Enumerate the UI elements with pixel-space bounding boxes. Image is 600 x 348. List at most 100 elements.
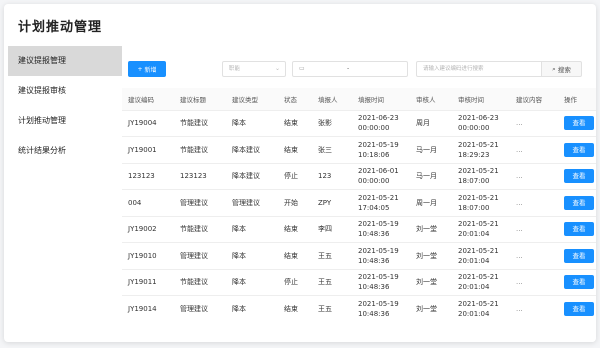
sidebar-item-plan-management[interactable]: 计划推动管理	[8, 106, 122, 136]
toolbar: + 新增 职能 ⌄ ▭ - 请输入建议编码进行搜索 ⌕ 搜索	[122, 46, 596, 88]
cell-action: 查看	[558, 215, 596, 243]
date-text: 2021-05-21	[458, 193, 499, 202]
cell-code-text: JY19014	[128, 305, 157, 313]
cell-review-time: 2021-05-21 18:29:23	[452, 136, 510, 163]
time-text: 20:01:04	[458, 256, 490, 265]
cell-review-time: 2021-05-21 20:01:04	[452, 215, 510, 243]
view-button[interactable]: 查看	[564, 195, 594, 210]
cell-code: 123123	[122, 162, 174, 190]
cell-content-text[interactable]: ...	[516, 252, 523, 260]
cell-action: 查看	[558, 162, 596, 190]
date-text: 2021-05-21	[458, 140, 499, 149]
cell-title-text: 节能建议	[180, 225, 208, 234]
cell-content-text[interactable]: ...	[516, 305, 523, 313]
cell-status-text: 开始	[284, 198, 298, 207]
cell-content-text[interactable]: ...	[516, 199, 523, 207]
cell-status: 结束	[278, 215, 312, 243]
cell-type-text: 降本	[232, 251, 246, 260]
main-panel: + 新增 职能 ⌄ ▭ - 请输入建议编码进行搜索 ⌕ 搜索 建议编码 建议标题…	[122, 46, 596, 342]
sidebar-item-statistics[interactable]: 统计结果分析	[8, 136, 122, 166]
cell-reviewer-text: 刘一堂	[416, 225, 437, 234]
cell-reviewer: 马一月	[410, 136, 452, 163]
cell-content-text[interactable]: ...	[516, 146, 523, 154]
time-text: 10:48:36	[358, 310, 390, 318]
time-text: 10:48:36	[358, 283, 390, 292]
cell-reporter-text: 张影	[318, 119, 332, 128]
calendar-icon: ▭	[299, 65, 305, 72]
column-header: 建议标题	[174, 88, 226, 110]
cell-code: 004	[122, 189, 174, 216]
cell-content-text[interactable]: ...	[516, 225, 523, 233]
view-button[interactable]: 查看	[564, 222, 594, 237]
cell-type: 降本建议	[226, 162, 278, 190]
type-select[interactable]: 职能 ⌄	[222, 61, 286, 77]
cell-reporter-text: 张三	[318, 145, 332, 154]
cell-content: ...	[510, 162, 558, 190]
cell-reporter-text: 王五	[318, 251, 332, 260]
cell-reviewer: 周一月	[410, 189, 452, 216]
cell-content: ...	[510, 189, 558, 216]
date-text: 2021-05-21	[458, 300, 499, 308]
date-text: 2021-05-21	[458, 220, 499, 229]
cell-reviewer-text: 刘一堂	[416, 251, 437, 260]
cell-content-text[interactable]: ...	[516, 278, 523, 286]
add-button[interactable]: + 新增	[128, 61, 166, 77]
cell-status: 结束	[278, 136, 312, 163]
cell-report-time: 2021-05-19 10:18:06	[352, 136, 410, 163]
cell-reviewer: 刘一堂	[410, 215, 452, 243]
cell-title-text: 节能建议	[180, 119, 208, 128]
time-text: 10:18:06	[358, 150, 390, 159]
cell-title-text: 管理建议	[180, 251, 208, 260]
cell-reviewer: 马一月	[410, 162, 452, 190]
cell-status: 停止	[278, 268, 312, 296]
suggestion-table: 建议编码 建议标题 建议类型 状态 填报人 填报时间 审核人 审核时间 建议内容…	[122, 88, 596, 322]
cell-reporter: 王五	[312, 242, 352, 269]
cell-reporter-text: 王五	[318, 278, 332, 287]
date-range-picker[interactable]: ▭ -	[292, 61, 408, 77]
cell-reporter: 王五	[312, 268, 352, 296]
table-row: JY19010 管理建议 降本 结束 王五 2021-05-19 10:48:36 刘一堂 20…	[122, 242, 596, 269]
cell-code-text: JY19001	[128, 145, 157, 154]
cell-title: 管理建议	[174, 189, 226, 216]
view-button[interactable]: 查看	[564, 169, 594, 184]
cell-status-text: 结束	[284, 145, 298, 154]
search-input[interactable]: 请输入建议编码进行搜索	[416, 61, 542, 77]
cell-reviewer-text: 马一月	[416, 172, 437, 181]
cell-action: 查看	[558, 189, 596, 216]
cell-status-text: 结束	[284, 305, 298, 313]
plus-icon: +	[137, 65, 143, 73]
cell-content: ...	[510, 268, 558, 296]
view-button[interactable]: 查看	[564, 248, 594, 263]
date-text: 2021-05-19	[358, 140, 399, 149]
cell-type-text: 降本	[232, 278, 246, 287]
view-button[interactable]: 查看	[564, 116, 594, 131]
date-separator: -	[347, 65, 350, 72]
search-button[interactable]: ⌕ 搜索	[542, 61, 582, 77]
cell-report-time: 2021-05-19 10:48:36	[352, 295, 410, 322]
cell-title: 管理建议	[174, 242, 226, 269]
cell-type: 降本	[226, 295, 278, 322]
sidebar-item-suggestion-review[interactable]: 建议提报审核	[8, 76, 122, 106]
cell-action: 查看	[558, 268, 596, 296]
cell-content-text[interactable]: ...	[516, 119, 523, 127]
cell-reviewer: 刘一堂	[410, 295, 452, 322]
view-button[interactable]: 查看	[564, 275, 594, 290]
cell-review-time: 2021-05-21 20:01:04	[452, 295, 510, 322]
table-header-row: 建议编码 建议标题 建议类型 状态 填报人 填报时间 审核人 审核时间 建议内容…	[122, 88, 596, 110]
cell-title: 节能建议	[174, 215, 226, 243]
cell-code-text: JY19011	[128, 278, 157, 287]
cell-reviewer-text: 周月	[416, 119, 430, 128]
table-row: 004 管理建议 管理建议 开始 ZPY 2021-05-21 17:04:05 周一月 202…	[122, 189, 596, 216]
cell-code: JY19010	[122, 242, 174, 269]
date-text: 2021-05-21	[458, 246, 499, 255]
view-button[interactable]: 查看	[564, 142, 594, 157]
view-button[interactable]: 查看	[564, 302, 594, 316]
cell-review-time: 2021-05-21 18:07:00	[452, 162, 510, 190]
cell-type: 降本	[226, 215, 278, 243]
cell-content-text[interactable]: ...	[516, 172, 523, 180]
sidebar-item-suggestion-report[interactable]: 建议提报管理	[8, 46, 122, 76]
cell-status: 停止	[278, 162, 312, 190]
cell-reporter-text: 李四	[318, 225, 332, 234]
cell-review-time: 2021-05-21 18:07:00	[452, 189, 510, 216]
table-row: 123123 123123 降本建议 停止 123 2021-06-01 00:00:00 马…	[122, 162, 596, 190]
